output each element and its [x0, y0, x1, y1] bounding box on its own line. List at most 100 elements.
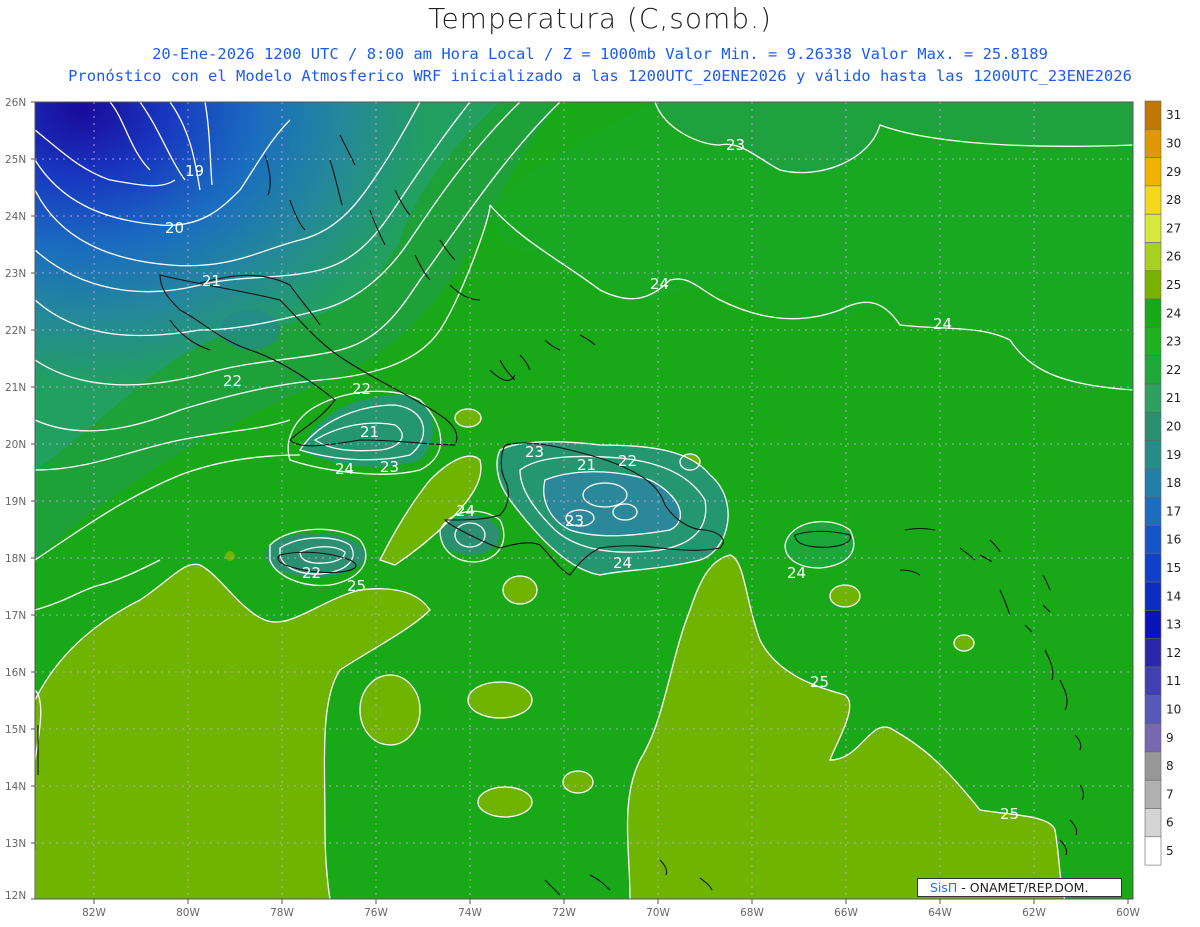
- colorbar-label: 30: [1166, 136, 1181, 150]
- colorbar-swatch: [1144, 468, 1162, 498]
- contour-label: 25: [347, 577, 366, 595]
- contour-label: 19: [185, 162, 204, 180]
- lon-label: 66W: [834, 907, 858, 919]
- contour-label: 22: [352, 380, 371, 398]
- colorbar-swatch: [1144, 496, 1162, 526]
- colorbar-label: 8: [1166, 759, 1174, 773]
- colorbar-swatch: [1144, 638, 1162, 668]
- colorbar-label: 20: [1166, 419, 1181, 433]
- contour-label: 24: [613, 554, 632, 572]
- colorbar-swatch: [1144, 440, 1162, 470]
- colorbar-label: 6: [1166, 816, 1174, 830]
- contour-label: 23: [380, 458, 399, 476]
- colorbar-swatch: [1144, 270, 1162, 300]
- lat-label: 15N: [5, 724, 26, 736]
- contour-label: 22: [618, 452, 637, 470]
- colorbar-swatch: [1144, 213, 1162, 243]
- contour-label: 24: [335, 460, 354, 478]
- lat-label: 20N: [5, 439, 26, 451]
- contour-label: 21: [202, 272, 221, 290]
- colorbar-label: 23: [1166, 335, 1181, 349]
- colorbar-swatch: [1144, 694, 1162, 724]
- contour-label: 20: [165, 219, 184, 237]
- colorbar-label: 21: [1166, 391, 1181, 405]
- contour-label: 22: [223, 372, 242, 390]
- colorbar-label: 27: [1166, 221, 1181, 235]
- colorbar-swatch: [1144, 100, 1162, 130]
- colorbar-label: 9: [1166, 731, 1174, 745]
- credit-text: - ONAMET/REP.DOM.: [957, 880, 1089, 895]
- lat-label: 14N: [5, 781, 26, 793]
- colorbar-swatch: [1144, 610, 1162, 640]
- colorbar-label: 5: [1166, 844, 1174, 858]
- colorbar-swatch: [1144, 525, 1162, 555]
- contour-label: 24: [650, 275, 669, 293]
- lon-label: 78W: [270, 907, 294, 919]
- colorbar-swatch: [1144, 298, 1162, 328]
- contour-label: 23: [726, 136, 745, 154]
- colorbar-label: 11: [1166, 674, 1181, 688]
- colorbar-label: 12: [1166, 646, 1181, 660]
- colorbar-label: 16: [1166, 533, 1181, 547]
- contour-label: 21: [577, 456, 596, 474]
- lon-ticks: [93, 899, 1129, 904]
- lat-label: 26N: [5, 97, 26, 109]
- lon-label: 62W: [1022, 907, 1046, 919]
- colorbar-swatch: [1144, 553, 1162, 583]
- colorbar-swatch: [1144, 581, 1162, 611]
- colorbar-label: 24: [1166, 306, 1181, 320]
- lat-label: 19N: [5, 496, 26, 508]
- colorbar-label: 18: [1166, 476, 1181, 490]
- colorbar-label: 29: [1166, 165, 1181, 179]
- contour-label: 21: [360, 423, 379, 441]
- lat-ticks: [31, 101, 35, 900]
- contour-label: 23: [565, 512, 584, 530]
- colorbar-swatch: [1144, 129, 1162, 158]
- lat-axis: 26N 25N 24N 23N 22N 21N 20N 19N 18N 17N …: [5, 97, 26, 902]
- lon-label: 70W: [646, 907, 670, 919]
- lat-label: 21N: [5, 382, 26, 394]
- colorbar-label: 7: [1166, 787, 1174, 801]
- colorbar-label: 31: [1166, 108, 1181, 122]
- colorbar: 31 30 29 28 27 26 25 24 23 22 21 20 19 18 17 16 15 14 13 12…: [1144, 100, 1181, 866]
- lon-label: 76W: [364, 907, 388, 919]
- colorbar-label: 25: [1166, 278, 1181, 292]
- colorbar-swatch: [1144, 185, 1162, 215]
- lat-label: 22N: [5, 325, 26, 337]
- contour-label: 24: [933, 315, 952, 333]
- colorbar-label: 19: [1166, 448, 1181, 462]
- contour-label: 25: [810, 673, 829, 691]
- lat-label: 25N: [5, 154, 26, 166]
- lat-label: 24N: [5, 211, 26, 223]
- colorbar-swatch: [1144, 355, 1162, 385]
- colorbar-label: 26: [1166, 250, 1181, 264]
- colorbar-swatch: [1144, 666, 1162, 696]
- lon-label: 68W: [740, 907, 764, 919]
- lon-label: 60W: [1116, 907, 1140, 919]
- colorbar-swatch: [1144, 411, 1162, 441]
- colorbar-label: 22: [1166, 363, 1181, 377]
- colorbar-label: 17: [1166, 504, 1181, 518]
- credit-box: SisΠ - ONAMET/REP.DOM.: [917, 878, 1122, 897]
- colorbar-swatch: [1144, 836, 1162, 866]
- lon-axis: 82W 80W 78W 76W 74W 72W 70W 68W 66W 64W …: [82, 907, 1140, 919]
- colorbar-label: 15: [1166, 561, 1181, 575]
- lat-label: 23N: [5, 268, 26, 280]
- lon-label: 74W: [458, 907, 482, 919]
- colorbar-swatch: [1144, 157, 1162, 187]
- contour-label: 24: [787, 564, 806, 582]
- colorbar-label: 14: [1166, 589, 1181, 603]
- lon-label: 82W: [82, 907, 106, 919]
- lat-label: 16N: [5, 667, 26, 679]
- colorbar-swatch: [1144, 383, 1162, 413]
- lon-label: 64W: [928, 907, 952, 919]
- lat-label: 18N: [5, 553, 26, 565]
- colorbar-swatch: [1144, 327, 1162, 356]
- lat-label: 13N: [5, 838, 26, 850]
- colorbar-label: 13: [1166, 618, 1181, 632]
- colorbar-swatch: [1144, 723, 1162, 753]
- contour-label: 25: [1000, 805, 1019, 823]
- colorbar-swatch: [1144, 779, 1162, 809]
- credit-brand: SisΠ: [930, 880, 958, 895]
- colorbar-label: 10: [1166, 702, 1181, 716]
